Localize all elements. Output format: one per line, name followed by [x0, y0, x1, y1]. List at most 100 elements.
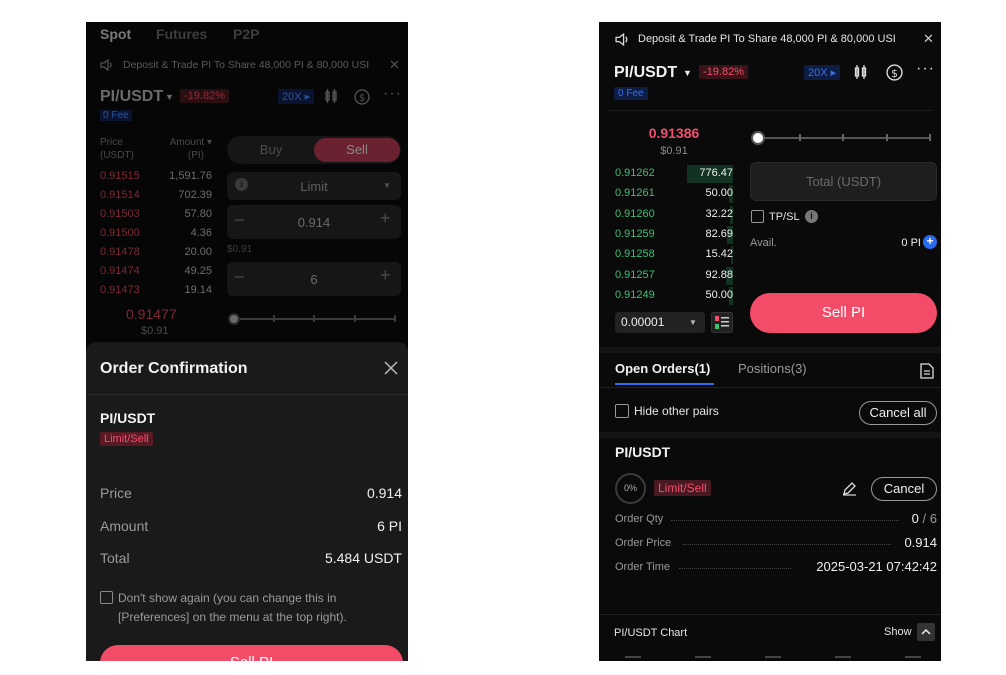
ask-row[interactable]: 0.91500 4.36 — [100, 227, 212, 243]
order-qty-filled: 0 — [911, 511, 919, 526]
ask-price: 0.91474 — [100, 265, 140, 277]
tpsl-label[interactable]: TP/SL — [769, 211, 800, 223]
bid-amount: 776.47 — [699, 167, 733, 179]
tpsl-checkbox[interactable] — [751, 210, 764, 223]
more-menu-icon[interactable]: ··· — [916, 60, 935, 78]
ob-amount-header[interactable]: Amount ▾ — [162, 137, 212, 148]
ask-row[interactable]: 0.91478 20.00 — [100, 246, 212, 262]
plus-icon[interactable]: + — [380, 208, 391, 229]
ask-price: 0.91503 — [100, 208, 140, 220]
nav-futures-icon[interactable] — [835, 656, 851, 661]
bid-price: 0.91262 — [615, 167, 655, 179]
tab-positions[interactable]: Positions(3) — [738, 361, 807, 376]
announcement-text[interactable]: Deposit & Trade PI To Share 48,000 PI & … — [638, 33, 916, 45]
ask-row[interactable]: 0.91473 19.14 — [100, 284, 212, 300]
bid-price: 0.91259 — [615, 228, 655, 240]
dont-show-label[interactable]: Don't show again (you can change this in… — [118, 589, 347, 627]
dollar-icon[interactable]: $ — [354, 89, 370, 105]
tab-open-orders[interactable]: Open Orders(1) — [615, 361, 710, 376]
slider-handle[interactable] — [751, 131, 765, 145]
show-chart-label[interactable]: Show — [884, 626, 912, 638]
ask-row[interactable]: 0.91514 702.39 — [100, 189, 212, 205]
leverage-badge[interactable]: 20X ▸ — [804, 65, 841, 80]
bid-row[interactable]: 0.91249 50.00 — [615, 287, 733, 305]
bid-row[interactable]: 0.91259 82.69 — [615, 226, 733, 244]
ask-price: 0.91514 — [100, 189, 140, 201]
svg-text:$: $ — [359, 93, 365, 104]
slider-handle[interactable] — [228, 313, 240, 325]
close-icon[interactable]: ✕ — [389, 57, 400, 73]
divider — [599, 432, 941, 438]
sell-pi-button[interactable]: Sell PI — [100, 645, 403, 661]
orderbook-layout-icon[interactable] — [711, 312, 733, 333]
order-price-label: Order Price — [615, 537, 672, 549]
cancel-order-button[interactable]: Cancel — [871, 477, 937, 501]
nav-assets-icon[interactable] — [905, 656, 921, 661]
hide-pairs-checkbox[interactable] — [615, 404, 629, 418]
caret-down-icon[interactable]: ▼ — [683, 68, 692, 78]
bid-amount: 50.00 — [705, 187, 733, 199]
ob-price-unit: (USDT) — [100, 150, 134, 161]
order-qty-value: 0 / 6 — [895, 511, 937, 526]
bid-row[interactable]: 0.91257 92.88 — [615, 267, 733, 285]
ob-amount-unit: (PI) — [187, 150, 204, 161]
hide-pairs-label[interactable]: Hide other pairs — [634, 404, 719, 418]
edit-pencil-icon[interactable] — [842, 481, 857, 496]
candlestick-icon[interactable] — [852, 64, 869, 80]
pair-title[interactable]: PI/USDT — [614, 64, 677, 82]
nav-trade-icon[interactable] — [765, 656, 781, 661]
price-change-badge: -19.82% — [699, 65, 748, 79]
candlestick-icon[interactable] — [323, 88, 339, 104]
ask-row[interactable]: 0.91515 1,591.76 — [100, 170, 212, 186]
amount-value: 6 — [310, 272, 318, 287]
ask-row[interactable]: 0.91503 57.80 — [100, 208, 212, 224]
price-value: 0.914 — [366, 485, 402, 501]
bid-row[interactable]: 0.91260 32.22 — [615, 206, 733, 224]
close-icon[interactable]: ✕ — [923, 31, 934, 47]
last-price: 0.91386 — [648, 125, 700, 141]
ask-row[interactable]: 0.91474 49.25 — [100, 265, 212, 281]
percent-slider[interactable] — [234, 318, 396, 320]
nav-home-icon[interactable] — [625, 656, 641, 661]
sell-pi-button[interactable]: Sell PI — [750, 293, 937, 333]
modal-pair: PI/USDT — [100, 410, 156, 426]
leverage-badge[interactable]: 20X ▸ — [278, 89, 315, 104]
tab-p2p[interactable]: P2P — [233, 26, 259, 42]
percent-slider[interactable] — [759, 137, 931, 139]
caret-down-icon[interactable]: ▼ — [165, 92, 174, 102]
dont-show-line-1: Don't show again (you can change this in — [118, 591, 337, 605]
announcement-text[interactable]: Deposit & Trade PI To Share 48,000 PI & … — [123, 59, 385, 71]
slider-tick — [394, 315, 396, 322]
close-icon[interactable] — [383, 360, 399, 376]
sell-tab[interactable]: Sell — [314, 138, 400, 162]
bid-price: 0.91261 — [615, 187, 655, 199]
dont-show-checkbox[interactable] — [100, 591, 113, 604]
ask-price: 0.91478 — [100, 246, 140, 258]
plus-icon[interactable]: + — [380, 265, 391, 286]
total-placeholder: Total (USDT) — [805, 174, 882, 189]
more-menu-icon[interactable]: ··· — [383, 85, 402, 103]
tab-spot[interactable]: Spot — [100, 26, 131, 42]
cancel-all-button[interactable]: Cancel all — [859, 401, 937, 425]
ob-price-header: Price — [100, 137, 123, 148]
bid-row[interactable]: 0.91262 776.47 — [615, 165, 733, 183]
order-type-tag: Limit/Sell — [654, 480, 711, 496]
nav-markets-icon[interactable] — [695, 656, 711, 661]
fee-badge: 0 Fee — [100, 110, 132, 121]
bid-row[interactable]: 0.91258 15.42 — [615, 246, 733, 264]
dotted-leader — [683, 544, 891, 545]
slider-tick — [886, 134, 888, 141]
total-row: Total 5.484 USDT — [100, 550, 402, 568]
order-time-label: Order Time — [615, 561, 671, 573]
chevron-up-icon[interactable] — [917, 623, 935, 641]
buy-tab[interactable]: Buy — [227, 142, 315, 157]
deposit-plus-icon[interactable]: + — [923, 235, 937, 249]
pair-title[interactable]: PI/USDT — [100, 88, 163, 106]
tab-futures[interactable]: Futures — [156, 26, 207, 42]
avail-value: 0 PI — [901, 237, 921, 249]
info-icon[interactable]: i — [805, 210, 818, 223]
dollar-icon[interactable]: $ — [886, 64, 903, 81]
document-icon[interactable] — [920, 363, 934, 379]
bid-row[interactable]: 0.91261 50.00 — [615, 185, 733, 203]
chart-label: PI/USDT Chart — [614, 627, 688, 639]
